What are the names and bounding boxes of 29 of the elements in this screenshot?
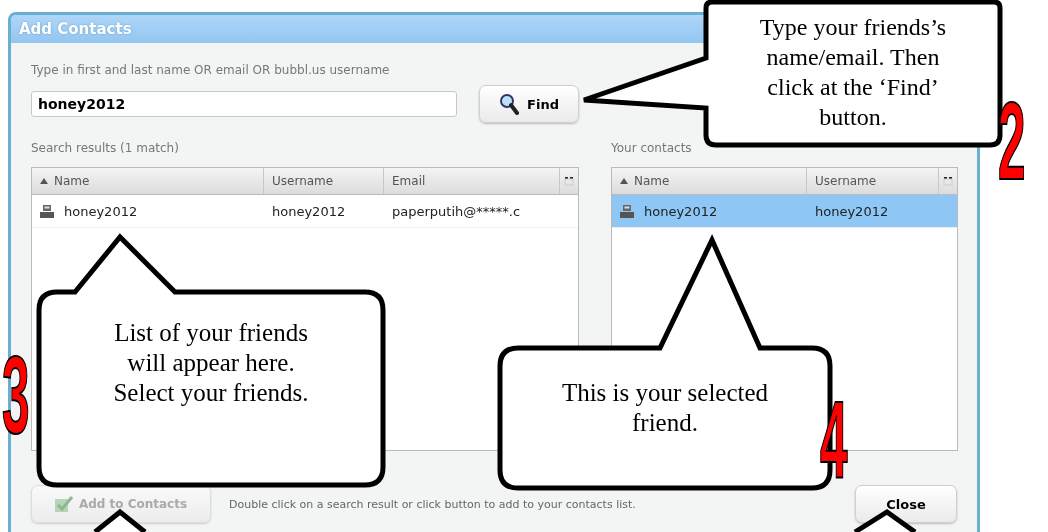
computer-icon (620, 204, 634, 218)
hint-text: Double click on a search result or click button to add to your contacts list. (229, 497, 637, 511)
column-header[interactable]: Username (807, 168, 939, 194)
column-header[interactable]: Name (612, 168, 807, 194)
table-cell-text: paperputih@*****.c (391, 203, 522, 219)
column-menu-icon[interactable] (564, 176, 574, 186)
step-number: 2 (998, 86, 1026, 196)
sort-ascending-icon (40, 178, 48, 184)
table-row[interactable]: honey2012 honey2012 paperputih@*****.c (32, 195, 578, 228)
contacts-label: Your contacts (611, 141, 692, 155)
callout-text: This is your selected friend. (560, 378, 770, 438)
column-menu-icon[interactable] (943, 176, 953, 186)
search-label: Type in first and last name OR email OR bubbl.us username (31, 63, 390, 77)
column-header[interactable]: Name (32, 168, 264, 194)
table-cell: honey2012 (612, 203, 807, 219)
column-header[interactable]: Username (264, 168, 384, 194)
find-button[interactable]: Find (479, 85, 579, 123)
results-label: Search results (1 match) (31, 141, 179, 155)
sort-ascending-icon (620, 178, 628, 184)
table-cell: honey2012 (32, 203, 264, 219)
table-row[interactable]: honey2012 honey2012 (612, 195, 957, 228)
table-cell-text: honey2012 (271, 203, 347, 219)
column-header[interactable]: Email (384, 168, 560, 194)
search-field[interactable]: honey2012 (31, 91, 457, 117)
checkmark-icon (54, 496, 73, 512)
search-icon (499, 93, 520, 115)
table-cell-text: honey2012 (814, 203, 890, 219)
computer-icon (40, 204, 54, 218)
callout-text: List of your friends will appear here. Select your friends. (112, 318, 310, 408)
